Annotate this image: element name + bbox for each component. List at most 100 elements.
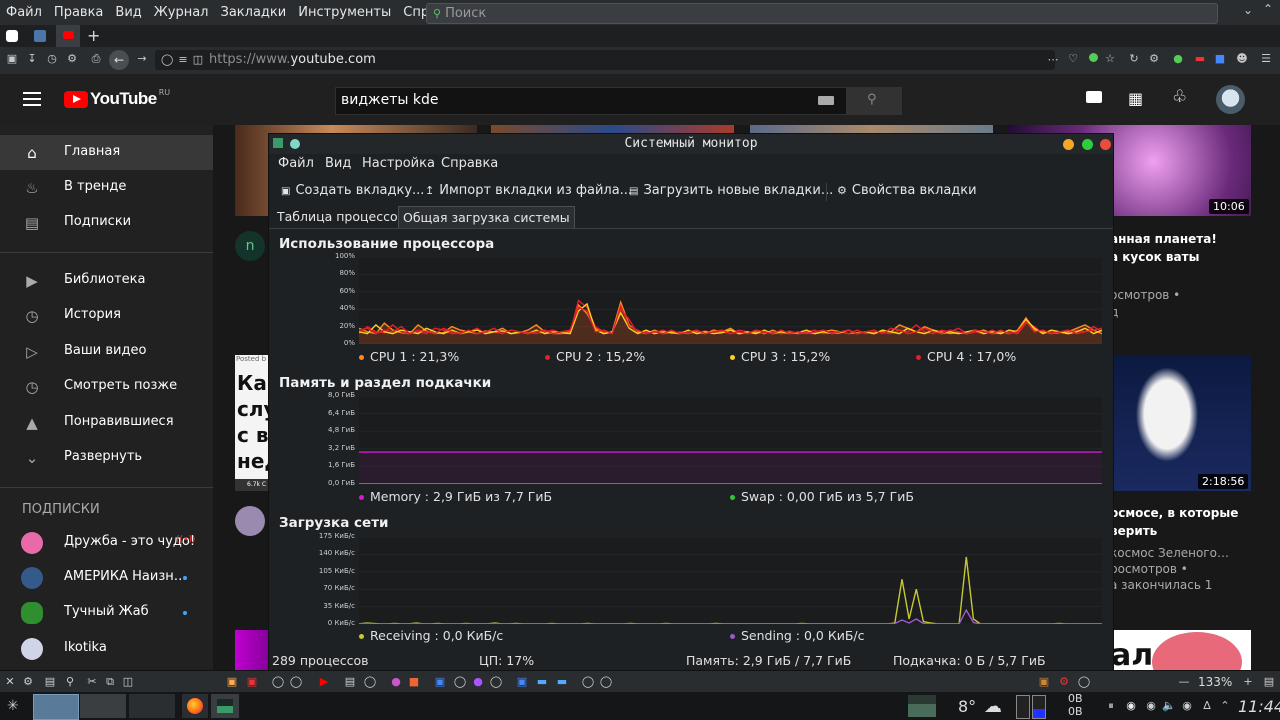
youtube-bookmark-icon[interactable]: ▶	[317, 675, 331, 689]
lock-icon[interactable]: ◫	[121, 675, 135, 689]
sidebar-item-watch-later[interactable]: ◷ Смотреть позже	[0, 369, 213, 404]
hamburger-menu-icon[interactable]: ☰	[1260, 53, 1272, 65]
extension-icon[interactable]: ◯	[1077, 675, 1091, 689]
globe-icon[interactable]: ◯	[599, 675, 613, 689]
tab-vk-icon[interactable]	[34, 30, 46, 42]
youtube-search-input[interactable]: виджеты kde	[335, 87, 847, 115]
back-button[interactable]: ←	[109, 50, 129, 70]
swap-widget[interactable]	[1032, 695, 1046, 719]
addon-2-icon[interactable]: ▣	[245, 675, 259, 689]
bluetooth-icon[interactable]: ∆	[1200, 699, 1214, 713]
sidebar-item-home[interactable]: ⌂ Главная	[0, 135, 213, 170]
tray-expand-icon[interactable]: ⌃	[1218, 699, 1232, 713]
tray-app-icon[interactable]: ◉	[1144, 699, 1158, 713]
close-icon[interactable]: ✕	[3, 675, 17, 689]
new-tab-icon[interactable]: +	[87, 26, 100, 45]
notifications-bell-icon[interactable]: ♧	[1172, 87, 1187, 107]
page-actions-icon[interactable]: ⋯	[1047, 54, 1059, 66]
new-tab-button[interactable]: ▣ Создать вкладку...	[281, 183, 424, 198]
globe-icon[interactable]: ◯	[363, 675, 377, 689]
volume-icon[interactable]: 🔈	[1162, 699, 1176, 713]
account-icon[interactable]: ☻	[1236, 53, 1248, 65]
menu-tools[interactable]: Инструменты	[298, 5, 391, 20]
youtube-logo[interactable]: YouTube RU	[64, 88, 170, 109]
sidebar-item-expand[interactable]: ⌄ Развернуть	[0, 440, 213, 475]
youtube-search-button[interactable]: ⚲	[846, 87, 902, 115]
gear-icon[interactable]: ⚙	[21, 675, 35, 689]
sidebar-sub-item[interactable]: АМЕРИКА Наизн…	[0, 560, 213, 595]
bookmark-icon[interactable]: ■	[407, 675, 421, 689]
channel-avatar[interactable]: n	[235, 231, 265, 261]
menu-file[interactable]: Файл	[278, 156, 314, 171]
zoom-out-icon[interactable]: —	[1177, 675, 1191, 689]
tray-app-icon[interactable]: ◉	[1180, 699, 1194, 713]
sidebar-sub-item[interactable]: Дружба - это чудо! ((•))	[0, 525, 213, 560]
evernote-icon[interactable]: ●	[1172, 53, 1184, 65]
sidebar-item-trending[interactable]: ♨ В тренде	[0, 170, 213, 205]
globe-icon[interactable]: ◯	[581, 675, 595, 689]
window-minimize-icon[interactable]: ⌄	[1243, 3, 1253, 17]
bookmark-icon[interactable]: ●	[389, 675, 403, 689]
bookmark-icon[interactable]: ▣	[515, 675, 529, 689]
globe-icon[interactable]: ◯	[271, 675, 285, 689]
menu-file[interactable]: Файл	[6, 5, 42, 20]
adblock-icon[interactable]: ▬	[1194, 53, 1206, 65]
menu-view[interactable]: Вид	[325, 156, 351, 171]
addon-1-icon[interactable]: ▣	[225, 675, 239, 689]
sidebar-sub-item[interactable]: Ikotika	[0, 631, 213, 666]
tab-system-load[interactable]: Общая загрузка системы	[398, 206, 575, 228]
clock[interactable]: 11:44	[1238, 697, 1280, 716]
bookmark-icon[interactable]: ▬	[535, 675, 549, 689]
sidebar-item-liked[interactable]: ▲ Понравившиеся	[0, 405, 213, 440]
zoom-level[interactable]: 133%	[1198, 675, 1232, 689]
url-bar[interactable]: ◯ ≡ ◫ https://www.youtube.com ⋯	[155, 50, 1059, 70]
history-icon[interactable]: ◷	[46, 53, 58, 65]
menu-help[interactable]: Справка	[441, 156, 498, 171]
tab-youtube-active[interactable]	[56, 25, 80, 47]
import-tab-button[interactable]: ↥ Импорт вкладки из файла...	[425, 183, 632, 198]
bookmark-icon[interactable]: ▣	[433, 675, 447, 689]
weather-cloud-icon[interactable]: ☁	[984, 696, 1002, 717]
copy-icon[interactable]: ⧉	[103, 675, 117, 689]
reload-icon[interactable]: ↻	[1128, 53, 1140, 65]
download-icon[interactable]: ↧	[26, 53, 38, 65]
cut-icon[interactable]: ✂	[85, 675, 99, 689]
keyboard-icon[interactable]	[818, 96, 834, 105]
kde-launcher-icon[interactable]: ✳	[7, 698, 19, 714]
sidebar-item-history[interactable]: ◷ История	[0, 298, 213, 333]
cpu-widget[interactable]	[908, 695, 936, 717]
globe-icon[interactable]: ◯	[289, 675, 303, 689]
table-icon[interactable]: ▤	[43, 675, 57, 689]
sidebar-item-your-videos[interactable]: ▷ Ваши видео	[0, 334, 213, 369]
minimize-button[interactable]	[1063, 139, 1074, 150]
firefox-task[interactable]	[182, 694, 208, 718]
forward-icon[interactable]: →	[136, 53, 148, 65]
pocket-icon[interactable]: ♡	[1067, 53, 1079, 65]
folder-icon[interactable]: ▣	[6, 53, 18, 65]
firefox-search-box[interactable]: ⚲ Поиск	[426, 3, 1218, 24]
tab-icon-1[interactable]	[6, 30, 18, 42]
settings-icon[interactable]: ⚙	[66, 53, 78, 65]
tab-process-table[interactable]: Таблица процессов	[273, 206, 409, 227]
desktop-pager-2[interactable]	[80, 694, 126, 718]
close-button[interactable]	[1100, 139, 1111, 150]
guide-menu-icon[interactable]	[23, 92, 41, 106]
plugin-icon[interactable]: ⚙	[1148, 53, 1160, 65]
menu-view[interactable]: Вид	[115, 5, 141, 20]
sidebar-sub-item[interactable]: Тучный Жаб	[0, 595, 213, 630]
sidebar-item-subscriptions[interactable]: ▤ Подписки	[0, 205, 213, 240]
bookmark-icon[interactable]: ▬	[555, 675, 569, 689]
tray-app-icon[interactable]: ◉	[1124, 699, 1138, 713]
window-titlebar[interactable]: Системный монитор	[269, 134, 1113, 154]
bookmark-star-icon[interactable]: ☆	[1104, 53, 1116, 65]
zoom-in-icon[interactable]: +	[1241, 675, 1255, 689]
create-video-icon[interactable]	[1086, 91, 1102, 103]
menu-bookmarks[interactable]: Закладки	[221, 5, 287, 20]
extension-icon[interactable]: ⚙	[1057, 675, 1071, 689]
sysmon-task[interactable]	[211, 694, 239, 718]
extension-icon[interactable]: ▣	[1037, 675, 1051, 689]
channel-avatar[interactable]	[235, 506, 265, 536]
print-icon[interactable]: ⎙	[90, 53, 102, 65]
bookmark-icon[interactable]: ●	[471, 675, 485, 689]
memory-widget[interactable]	[1016, 695, 1030, 719]
